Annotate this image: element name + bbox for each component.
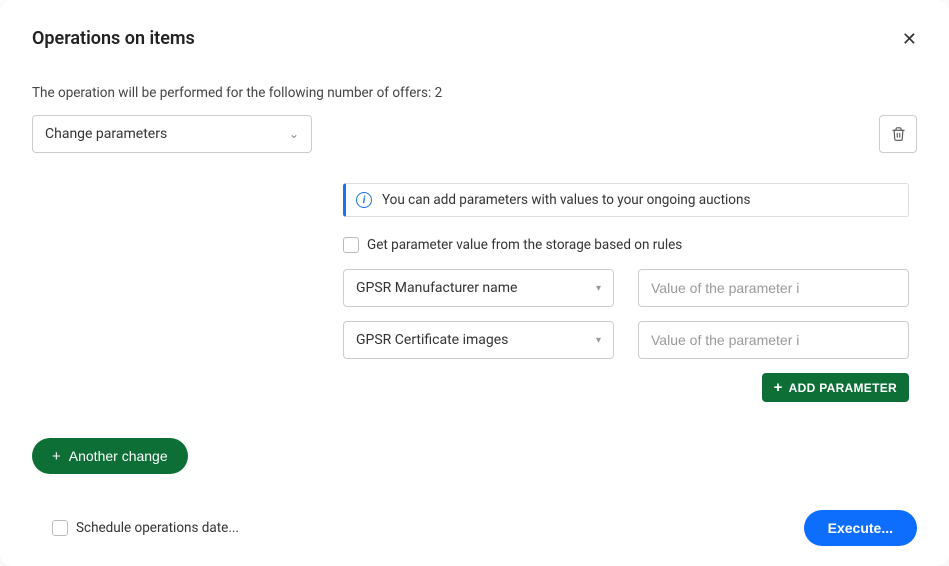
info-text: You can add parameters with values to yo… xyxy=(382,192,750,208)
close-button[interactable]: ✕ xyxy=(902,30,917,48)
add-parameter-button[interactable]: + ADD PARAMETER xyxy=(762,373,909,402)
add-parameter-label: ADD PARAMETER xyxy=(789,381,897,395)
chevron-down-icon: ⌄ xyxy=(289,127,299,141)
schedule-label: Schedule operations date... xyxy=(76,520,239,536)
parameters-area: i You can add parameters with values to … xyxy=(343,183,909,402)
operation-row: Change parameters ⌄ xyxy=(32,115,917,153)
header-row: Operations on items ✕ xyxy=(32,28,917,49)
plus-icon: + xyxy=(774,380,783,395)
close-icon: ✕ xyxy=(902,29,917,49)
param-value-input[interactable] xyxy=(638,321,909,359)
chevron-down-icon: ▾ xyxy=(596,335,601,346)
page-title: Operations on items xyxy=(32,28,195,49)
execute-label: Execute... xyxy=(828,520,893,536)
operation-select-value: Change parameters xyxy=(45,126,167,142)
delete-button[interactable] xyxy=(879,115,917,153)
chevron-down-icon: ▾ xyxy=(596,283,601,294)
param-value-input[interactable] xyxy=(638,269,909,307)
another-change-label: Another change xyxy=(69,448,168,464)
rules-checkbox-row: Get parameter value from the storage bas… xyxy=(343,237,909,253)
modal: Operations on items ✕ The operation will… xyxy=(0,0,949,566)
trash-icon xyxy=(891,126,906,142)
param-row: GPSR Manufacturer name ▾ xyxy=(343,269,909,307)
param-row: GPSR Certificate images ▾ xyxy=(343,321,909,359)
add-param-row: + ADD PARAMETER xyxy=(343,373,909,402)
execute-button[interactable]: Execute... xyxy=(804,510,917,546)
offers-count-text: The operation will be performed for the … xyxy=(32,85,917,101)
footer: Schedule operations date... Execute... xyxy=(32,492,917,546)
rules-checkbox-label: Get parameter value from the storage bas… xyxy=(367,237,682,253)
operation-select[interactable]: Change parameters ⌄ xyxy=(32,115,312,153)
schedule-row: Schedule operations date... xyxy=(52,520,239,536)
another-change-row: + Another change xyxy=(32,402,917,474)
info-icon: i xyxy=(356,192,372,208)
param-name-select[interactable]: GPSR Manufacturer name ▾ xyxy=(343,269,614,307)
another-change-button[interactable]: + Another change xyxy=(32,438,188,474)
rules-checkbox[interactable] xyxy=(343,237,359,253)
plus-icon: + xyxy=(52,449,61,464)
schedule-checkbox[interactable] xyxy=(52,520,68,536)
info-box: i You can add parameters with values to … xyxy=(343,183,909,217)
param-name-value: GPSR Certificate images xyxy=(356,332,508,348)
param-name-value: GPSR Manufacturer name xyxy=(356,280,517,296)
param-name-select[interactable]: GPSR Certificate images ▾ xyxy=(343,321,614,359)
